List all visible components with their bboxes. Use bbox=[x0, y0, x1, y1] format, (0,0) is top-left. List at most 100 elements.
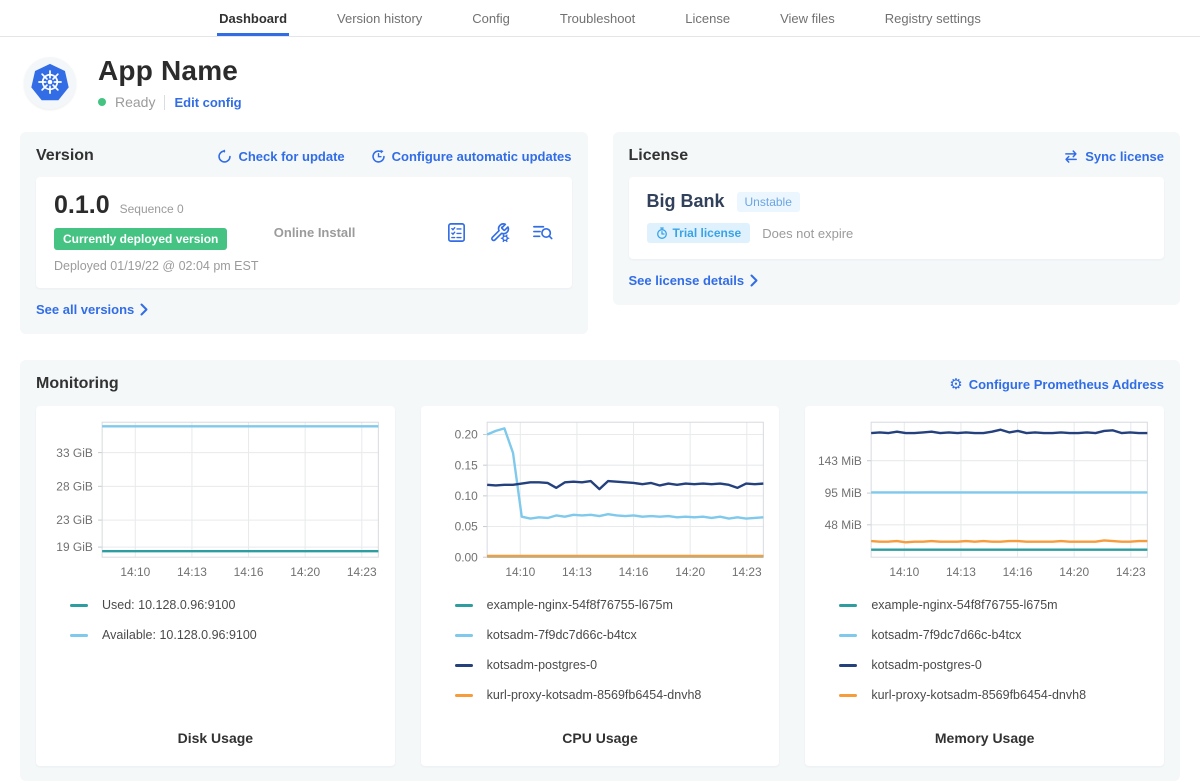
svg-text:14:20: 14:20 bbox=[1060, 565, 1090, 579]
legend-item: kotsadm-7f9dc7d66c-b4tcx bbox=[455, 628, 772, 642]
legend-item: Available: 10.128.0.96:9100 bbox=[70, 628, 387, 642]
svg-text:33 GiB: 33 GiB bbox=[56, 446, 93, 460]
legend-label: Available: 10.128.0.96:9100 bbox=[102, 628, 257, 642]
status-dot bbox=[98, 98, 106, 106]
svg-text:14:16: 14:16 bbox=[618, 565, 648, 579]
svg-text:48 MiB: 48 MiB bbox=[825, 518, 862, 532]
clock-refresh-icon bbox=[371, 149, 386, 164]
stopwatch-icon bbox=[656, 227, 668, 240]
svg-text:14:10: 14:10 bbox=[890, 565, 920, 579]
svg-text:0.15: 0.15 bbox=[454, 458, 478, 472]
version-card: Version Check for update Configure au bbox=[20, 132, 588, 334]
configure-automatic-updates-link[interactable]: Configure automatic updates bbox=[371, 149, 572, 164]
legend-label: example-nginx-54f8f76755-l675m bbox=[487, 598, 673, 612]
version-sequence: Sequence 0 bbox=[120, 202, 184, 216]
legend-swatch-icon bbox=[455, 634, 473, 637]
license-card: License Sync license Big Bank Unstable bbox=[613, 132, 1181, 305]
nav-tabs: Dashboard Version history Config Troublesho… bbox=[217, 0, 983, 36]
channel-badge: Unstable bbox=[737, 192, 800, 212]
gear-icon: ⚙ bbox=[949, 377, 962, 392]
legend-item: kotsadm-postgres-0 bbox=[455, 658, 772, 672]
disk-usage-legend: Used: 10.128.0.96:9100 Available: 10.128.… bbox=[70, 598, 387, 716]
install-type: Online Install bbox=[274, 225, 445, 240]
legend-label: kotsadm-7f9dc7d66c-b4tcx bbox=[487, 628, 637, 642]
cpu-usage-chart: 14:1014:1314:1614:2014:230.000.050.100.1… bbox=[429, 416, 772, 588]
svg-text:14:13: 14:13 bbox=[177, 565, 207, 579]
legend-swatch-icon bbox=[455, 664, 473, 667]
config-tools-icon[interactable] bbox=[488, 221, 511, 244]
svg-text:14:23: 14:23 bbox=[347, 565, 377, 579]
tab-view-files[interactable]: View files bbox=[778, 0, 837, 36]
legend-swatch-icon bbox=[839, 664, 857, 667]
legend-label: kotsadm-7f9dc7d66c-b4tcx bbox=[871, 628, 1021, 642]
tab-registry-settings[interactable]: Registry settings bbox=[883, 0, 983, 36]
see-all-versions-link[interactable]: See all versions bbox=[36, 302, 148, 317]
legend-swatch-icon bbox=[455, 694, 473, 697]
cpu-usage-legend: example-nginx-54f8f76755-l675m kotsadm-7f… bbox=[455, 598, 772, 716]
legend-swatch-icon bbox=[839, 634, 857, 637]
legend-item: kotsadm-postgres-0 bbox=[839, 658, 1156, 672]
tab-troubleshoot[interactable]: Troubleshoot bbox=[558, 0, 637, 36]
sync-license-link[interactable]: Sync license bbox=[1063, 149, 1164, 164]
legend-swatch-icon bbox=[455, 604, 473, 607]
svg-text:14:10: 14:10 bbox=[120, 565, 150, 579]
legend-item: example-nginx-54f8f76755-l675m bbox=[839, 598, 1156, 612]
legend-item: kurl-proxy-kotsadm-8569fb6454-dnvh8 bbox=[839, 688, 1156, 702]
svg-text:95 MiB: 95 MiB bbox=[825, 486, 862, 500]
legend-item: example-nginx-54f8f76755-l675m bbox=[455, 598, 772, 612]
license-expiry: Does not expire bbox=[762, 226, 853, 241]
tab-config[interactable]: Config bbox=[470, 0, 512, 36]
app-status: Ready bbox=[115, 94, 155, 110]
svg-text:0.10: 0.10 bbox=[454, 489, 478, 503]
tab-license[interactable]: License bbox=[683, 0, 732, 36]
svg-text:14:13: 14:13 bbox=[562, 565, 592, 579]
svg-text:14:16: 14:16 bbox=[1003, 565, 1033, 579]
legend-item: kotsadm-7f9dc7d66c-b4tcx bbox=[839, 628, 1156, 642]
cpu-usage-chart-card: 14:1014:1314:1614:2014:230.000.050.100.1… bbox=[421, 406, 780, 766]
svg-text:14:23: 14:23 bbox=[1116, 565, 1146, 579]
see-license-details-link[interactable]: See license details bbox=[629, 273, 759, 288]
svg-text:14:20: 14:20 bbox=[290, 565, 320, 579]
tab-version-history[interactable]: Version history bbox=[335, 0, 424, 36]
svg-text:14:10: 14:10 bbox=[505, 565, 535, 579]
legend-item: kurl-proxy-kotsadm-8569fb6454-dnvh8 bbox=[455, 688, 772, 702]
svg-text:28 GiB: 28 GiB bbox=[56, 479, 93, 493]
tab-dashboard[interactable]: Dashboard bbox=[217, 0, 289, 36]
svg-text:0.00: 0.00 bbox=[454, 550, 478, 564]
version-card-title: Version bbox=[36, 147, 94, 165]
preflight-checks-icon[interactable] bbox=[445, 221, 468, 244]
legend-item: Used: 10.128.0.96:9100 bbox=[70, 598, 387, 612]
kubernetes-icon bbox=[27, 60, 73, 106]
version-number: 0.1.0 bbox=[54, 191, 110, 220]
legend-label: Used: 10.128.0.96:9100 bbox=[102, 598, 235, 612]
svg-text:14:16: 14:16 bbox=[234, 565, 264, 579]
svg-text:14:13: 14:13 bbox=[946, 565, 976, 579]
chevron-right-icon bbox=[750, 274, 758, 287]
svg-text:0.20: 0.20 bbox=[454, 428, 478, 442]
sync-icon bbox=[1063, 149, 1079, 164]
edit-config-link[interactable]: Edit config bbox=[174, 95, 241, 110]
legend-label: example-nginx-54f8f76755-l675m bbox=[871, 598, 1057, 612]
memory-usage-chart-card: 14:10 14:13 14:16 14:20 14:23 48 MiB 95 MiB 143… bbox=[805, 406, 1164, 766]
configure-prometheus-link[interactable]: ⚙ Configure Prometheus Address bbox=[949, 377, 1164, 392]
charts-row: 14:1014:1314:1614:2014:2319 GiB23 GiB28 … bbox=[36, 406, 1164, 766]
memory-usage-legend: example-nginx-54f8f76755-l675m kotsadm-7f… bbox=[839, 598, 1156, 716]
check-for-update-link[interactable]: Check for update bbox=[217, 149, 344, 164]
legend-swatch-icon bbox=[839, 604, 857, 607]
top-nav: Dashboard Version history Config Troublesho… bbox=[0, 0, 1200, 37]
license-type-badge: Trial license bbox=[647, 223, 751, 243]
svg-text:14:20: 14:20 bbox=[675, 565, 705, 579]
current-version-panel: 0.1.0 Sequence 0 Currently deployed vers… bbox=[36, 177, 572, 288]
license-panel: Big Bank Unstable Trial license Does not… bbox=[629, 177, 1165, 259]
svg-text:19 GiB: 19 GiB bbox=[56, 540, 93, 554]
page-title: App Name bbox=[98, 55, 242, 87]
legend-swatch-icon bbox=[70, 634, 88, 637]
legend-label: kurl-proxy-kotsadm-8569fb6454-dnvh8 bbox=[871, 688, 1086, 702]
svg-text:143 MiB: 143 MiB bbox=[818, 454, 862, 468]
legend-label: kotsadm-postgres-0 bbox=[487, 658, 597, 672]
refresh-icon bbox=[217, 149, 232, 164]
view-logs-icon[interactable] bbox=[531, 221, 554, 244]
svg-text:14:23: 14:23 bbox=[732, 565, 762, 579]
license-card-title: License bbox=[629, 147, 689, 165]
monitoring-title: Monitoring bbox=[36, 375, 119, 393]
